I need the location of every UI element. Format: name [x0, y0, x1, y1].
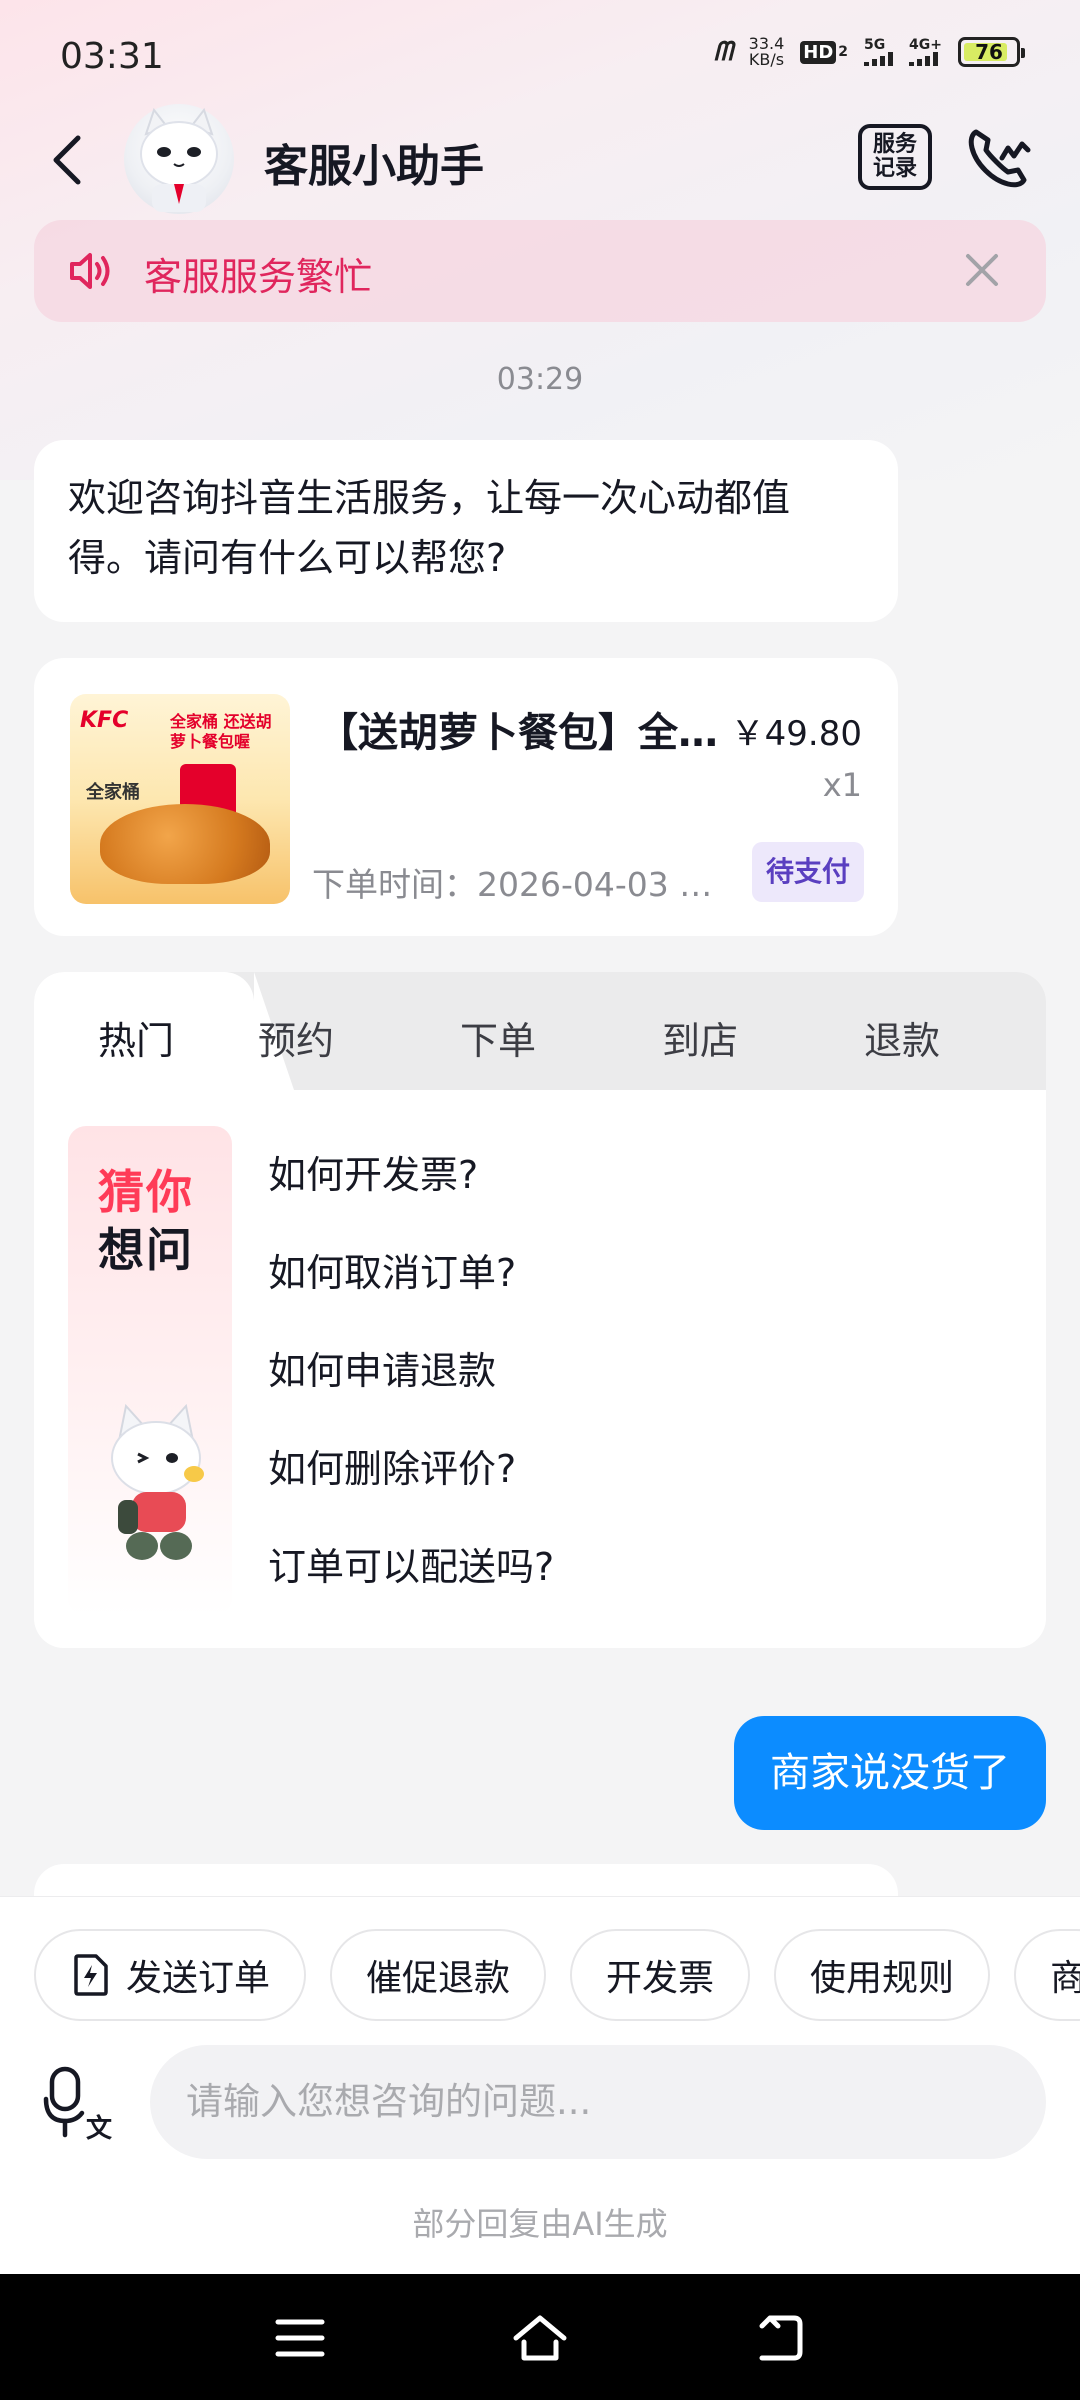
quick-action-row: 发送订单 催促退款 开发票 使用规则 商	[34, 1929, 1080, 2021]
status-time: 03:31	[60, 36, 164, 77]
faq-question[interactable]: 订单可以配送吗?	[268, 1518, 1008, 1616]
order-status-badge: 待支付	[751, 842, 864, 902]
kfc-logo: KFC	[80, 708, 129, 733]
tab-reservation[interactable]: 预约	[216, 1010, 376, 1065]
order-product-image: KFC 全家桶 还送胡萝卜餐包喔 全家桶	[70, 694, 290, 904]
hd-icon: HD 2	[800, 40, 849, 64]
guess-you-ask-panel: 猜你 想问	[68, 1126, 232, 1616]
nav-home-button[interactable]	[510, 2308, 570, 2368]
battery-level: 76	[975, 40, 1003, 64]
chat-timestamp: 03:29	[496, 362, 584, 397]
home-icon	[513, 2315, 567, 2361]
service-record-line2: 记录	[872, 156, 917, 181]
send-order-chip[interactable]: 发送订单	[34, 1929, 307, 2021]
order-time: 下单时间：2026-04-03 03:20	[312, 865, 722, 904]
tab-refund[interactable]: 退款	[822, 1010, 982, 1065]
network-speed: 33.4 KB/s	[749, 36, 785, 68]
svg-text:文: 文	[86, 2113, 113, 2141]
voice-input-button[interactable]: 文	[42, 2065, 118, 2144]
chat-header: 客服小助手 服务 记录	[0, 100, 1080, 220]
page-title: 客服小助手	[264, 141, 484, 192]
guess-line-1: 猜你	[98, 1165, 194, 1219]
invoice-label: 开发票	[606, 1958, 715, 1999]
signal-5g-icon: 5G	[864, 37, 894, 66]
urge-refund-label: 催促退款	[366, 1958, 511, 1999]
hd-sub: 2	[838, 44, 849, 60]
back-arrow-icon	[759, 2315, 803, 2361]
avatar[interactable]	[124, 104, 234, 214]
hd-label: HD	[800, 40, 837, 64]
order-card[interactable]: KFC 全家桶 还送胡萝卜餐包喔 全家桶 【送胡萝卜餐包】全家桶 ￥49.80 …	[34, 658, 898, 936]
status-icons: ᗰ 33.4 KB/s HD 2 5G 4G+ 76	[713, 36, 1025, 68]
notice-text: 客服服务繁忙	[144, 255, 373, 299]
tab-hot[interactable]: 热门	[56, 1010, 216, 1065]
question-input[interactable]: 请输入您想咨询的问题...	[150, 2045, 1046, 2159]
merchant-label: 商	[1050, 1958, 1080, 1999]
service-record-line1: 服务	[872, 132, 917, 157]
busy-notice-banner: 客服服务繁忙	[34, 220, 1046, 322]
usage-rules-chip[interactable]: 使用规则	[774, 1929, 991, 2021]
system-nav-bar	[0, 2274, 1080, 2400]
order-lightning-icon	[74, 1954, 108, 1996]
product-image-subtitle: 全家桶	[86, 782, 140, 803]
faq-question[interactable]: 如何取消订单?	[268, 1224, 1008, 1322]
invoice-chip[interactable]: 开发票	[570, 1929, 751, 2021]
faq-question[interactable]: 如何开发票?	[268, 1126, 1008, 1224]
send-order-label: 发送订单	[126, 1958, 271, 1999]
chevron-left-icon	[53, 135, 81, 185]
ai-disclaimer: 部分回复由AI生成	[412, 2205, 668, 2243]
fried-chicken-graphic	[100, 804, 270, 884]
welcome-message-bubble: 欢迎咨询抖音生活服务，让每一次心动都值得。请问有什么可以帮您?	[34, 440, 898, 622]
nfc-icon: ᗰ	[713, 36, 733, 67]
tab-in-store[interactable]: 到店	[620, 1010, 780, 1065]
user-message-bubble: 商家说没货了	[734, 1716, 1046, 1830]
service-record-button[interactable]: 服务 记录	[858, 124, 932, 190]
back-button[interactable]	[40, 130, 100, 190]
mascot-icon	[111, 1403, 204, 1560]
menu-icon	[275, 2319, 325, 2357]
speaker-icon	[70, 253, 110, 289]
order-price: ￥49.80	[730, 714, 862, 754]
nav-menu-button[interactable]	[270, 2308, 330, 2368]
order-product-name: 【送胡萝卜餐包】全家桶	[318, 710, 718, 756]
voice-translate-icon: 文	[43, 2066, 113, 2144]
faq-question[interactable]: 如何申请退款	[268, 1322, 1008, 1420]
order-quantity: x1	[822, 766, 862, 804]
input-panel: 发送订单 催促退款 开发票 使用规则 商 文 请输入您想咨询的问题... 部分回…	[0, 1896, 1080, 2274]
product-image-title: 全家桶 还送胡萝卜餐包喔	[170, 712, 272, 751]
signal-4g-icon: 4G+	[909, 38, 942, 66]
faq-card: 热门 预约 下单 到店 退款 猜你 想问 如何开发票? 如何取消订单? 如何申请…	[34, 972, 1046, 1648]
phone-call-button[interactable]	[962, 122, 1034, 194]
faq-question[interactable]: 如何删除评价?	[268, 1420, 1008, 1518]
status-bar: 03:31 ᗰ 33.4 KB/s HD 2 5G 4G+ 76	[0, 0, 1080, 110]
mascot-avatar-icon	[140, 107, 218, 212]
nav-back-button[interactable]	[750, 2308, 810, 2368]
urge-refund-chip[interactable]: 催促退款	[330, 1929, 547, 2021]
sim1-type: 5G	[864, 37, 886, 53]
faq-body: 猜你 想问 如何开发票? 如何取消订单? 如何申请退款 如何删除评价? 订单可以…	[34, 1090, 1046, 1648]
merchant-chip[interactable]: 商	[1014, 1929, 1080, 2021]
net-speed-unit: KB/s	[748, 50, 785, 69]
battery-icon: 76	[958, 37, 1025, 67]
guess-line-2: 想问	[98, 1223, 194, 1277]
phone-call-icon	[968, 129, 1031, 188]
tab-order[interactable]: 下单	[418, 1010, 578, 1065]
close-icon	[966, 254, 998, 286]
notice-close-button[interactable]	[962, 250, 1002, 290]
sim2-type: 4G+	[909, 37, 942, 53]
faq-tab-bar: 热门 预约 下单 到店 退款	[34, 972, 1046, 1090]
usage-rules-label: 使用规则	[810, 1958, 955, 1999]
faq-question-list: 如何开发票? 如何取消订单? 如何申请退款 如何删除评价? 订单可以配送吗?	[268, 1126, 1008, 1616]
